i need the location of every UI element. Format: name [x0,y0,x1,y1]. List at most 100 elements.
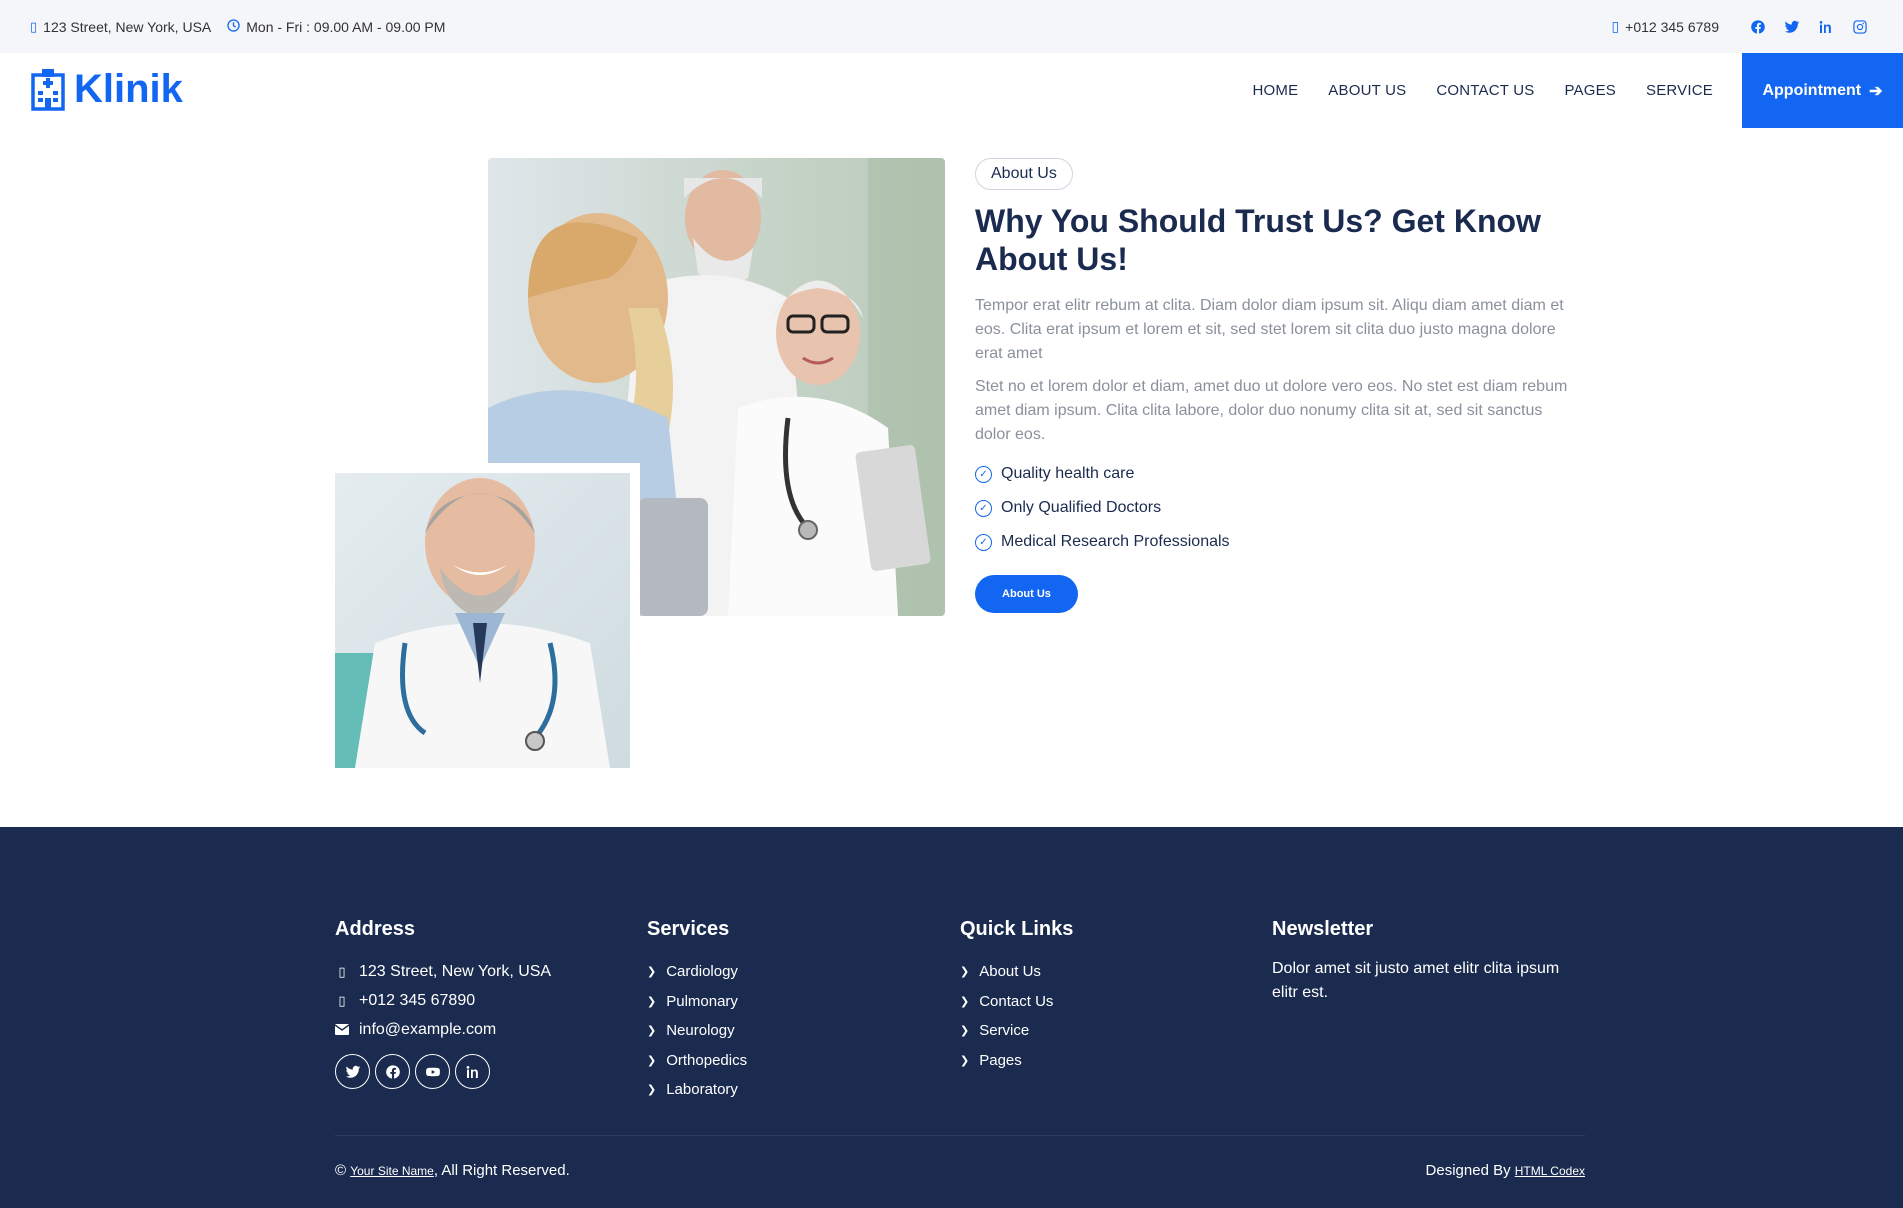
footer-link-label: Contact Us [979,992,1054,1010]
facebook-icon[interactable] [1745,14,1771,40]
newsletter-text: Dolor amet sit justo amet elitr clita ip… [1272,960,1560,1001]
footer-newsletter-column: Newsletter Dolor amet sit justo amet eli… [1272,918,1572,1005]
appointment-label: Appointment [1762,81,1862,99]
check-circle-icon: ✓ [975,499,992,517]
footer-link-service[interactable]: ❯ Service [960,1016,1260,1046]
footer-link-label: Neurology [666,1022,735,1040]
footer-link-label: Laboratory [666,1081,738,1099]
chevron-right-icon: ❯ [960,995,970,1008]
feature-item: ✓ Quality health care [975,457,1575,491]
instagram-icon[interactable] [1847,14,1873,40]
copyright: © Your Site Name, All Right Reserved. [335,1162,570,1179]
linkedin-icon[interactable] [1813,14,1839,40]
site-name-link[interactable]: Your Site Name [350,1164,434,1178]
topbar-hours: Mon - Fri : 09.00 AM - 09.00 PM [227,19,445,35]
chevron-right-icon: ❯ [647,1054,657,1067]
chevron-right-icon: ❯ [960,1054,970,1067]
footer-link-pages[interactable]: ❯ Pages [960,1046,1260,1076]
footer-email-text: info@example.com [359,1020,497,1038]
footer-link-contact-us[interactable]: ❯ Contact Us [960,987,1260,1017]
footer-services-heading: Services [647,918,730,940]
about-title: Why You Should Trust Us? Get Know About … [975,203,1541,277]
nav-home[interactable]: HOME [1252,82,1298,99]
feature-item: ✓ Medical Research Professionals [975,525,1575,559]
nav-about-us[interactable]: ABOUT US [1328,82,1406,99]
topbar: ▯ 123 Street, New York, USA Mon - Fri : … [0,0,1903,53]
footer-street-text: 123 Street, New York, USA [359,962,552,980]
footer: Address ▯ 123 Street, New York, USA ▯ +0… [0,827,1903,1208]
footer-link-label: About Us [979,963,1041,981]
nav-service[interactable]: SERVICE [1646,82,1713,99]
footer-quick-links-heading: Quick Links [960,918,1074,940]
about-us-button[interactable]: About Us [975,575,1078,613]
footer-link-label: Orthopedics [666,1051,748,1069]
linkedin-icon[interactable] [455,1054,490,1089]
about-section: About Us Why You Should Trust Us? Get Kn… [975,158,1575,613]
footer-link-orthopedics[interactable]: ❯ Orthopedics [647,1046,947,1076]
facebook-icon[interactable] [375,1054,410,1089]
twitter-icon[interactable] [335,1054,370,1089]
footer-divider [335,1135,1585,1136]
footer-link-about-us[interactable]: ❯ About Us [960,957,1260,987]
clock-icon [227,18,240,35]
envelope-icon [335,1024,349,1035]
footer-link-cardiology[interactable]: ❯ Cardiology [647,957,947,987]
rights-text: , All Right Reserved. [433,1162,570,1179]
nav-pages[interactable]: PAGES [1564,82,1616,99]
footer-link-pulmonary[interactable]: ❯ Pulmonary [647,987,947,1017]
hospital-icon [31,68,65,111]
twitter-icon[interactable] [1779,14,1805,40]
footer-phone: ▯ +012 345 67890 [335,986,635,1015]
footer-address-heading: Address [335,918,416,940]
navbar: Klinik HOME ABOUT US CONTACT US PAGES SE… [0,53,1903,128]
phone-icon: ▯ [1611,18,1620,34]
designer-link[interactable]: HTML Codex [1515,1164,1585,1178]
chevron-right-icon: ❯ [960,1025,970,1038]
topbar-address-text: 123 Street, New York, USA [43,18,212,35]
chevron-right-icon: ❯ [960,966,970,979]
footer-phone-text: +012 345 67890 [359,991,476,1009]
brand-name: Klinik [74,67,183,111]
footer-services-column: Services ❯ Cardiology ❯ Pulmonary ❯ Neurolo… [647,918,947,1105]
footer-link-label: Pages [979,1051,1022,1069]
appointment-button[interactable]: Appointment ➔ [1742,53,1903,128]
topbar-phone-text: +012 345 6789 [1625,18,1719,35]
nav-contact-us[interactable]: CONTACT US [1436,82,1534,99]
brand-logo[interactable]: Klinik [30,67,183,112]
footer-address-column: Address ▯ 123 Street, New York, USA ▯ +0… [335,918,635,1089]
chevron-right-icon: ❯ [647,1025,657,1038]
footer-link-laboratory[interactable]: ❯ Laboratory [647,1075,947,1105]
chevron-right-icon: ❯ [647,995,657,1008]
footer-quick-links-column: Quick Links ❯ About Us ❯ Contact Us ❯ Servi… [960,918,1260,1075]
footer-newsletter-heading: Newsletter [1272,918,1374,940]
footer-street: ▯ 123 Street, New York, USA [335,957,635,986]
map-marker-icon: ▯ [338,963,346,979]
main-nav: HOME ABOUT US CONTACT US PAGES SERVICE [1222,53,1713,128]
check-circle-icon: ✓ [975,533,992,551]
footer-email: info@example.com [335,1015,635,1044]
feature-list: ✓ Quality health care ✓ Only Qualified D… [975,457,1575,559]
topbar-hours-text: Mon - Fri : 09.00 AM - 09.00 PM [246,18,446,35]
feature-label: Quality health care [1001,465,1135,482]
topbar-phone: ▯ +012 345 6789 [1611,18,1719,35]
feature-label: Only Qualified Doctors [1001,499,1162,516]
smiling-doctor-photo [335,473,630,768]
topbar-address: ▯ 123 Street, New York, USA [30,19,211,35]
arrow-right-icon: ➔ [1869,82,1883,100]
footer-link-neurology[interactable]: ❯ Neurology [647,1016,947,1046]
copyright-symbol: © [335,1162,347,1179]
phone-icon: ▯ [338,992,346,1008]
map-marker-icon: ▯ [30,18,38,34]
about-badge: About Us [975,158,1073,190]
about-paragraph-1: Tempor erat elitr rebum at clita. Diam d… [975,297,1564,362]
footer-social [335,1054,635,1089]
about-paragraph-2: Stet no et lorem dolor et diam, amet duo… [975,378,1568,443]
check-circle-icon: ✓ [975,465,992,483]
feature-item: ✓ Only Qualified Doctors [975,491,1575,525]
designed-by: Designed By HTML Codex [1426,1162,1585,1179]
feature-label: Medical Research Professionals [1001,533,1230,550]
youtube-icon[interactable] [415,1054,450,1089]
designed-by-text: Designed By [1425,1162,1515,1179]
footer-link-label: Cardiology [666,963,738,981]
chevron-right-icon: ❯ [647,1084,657,1097]
